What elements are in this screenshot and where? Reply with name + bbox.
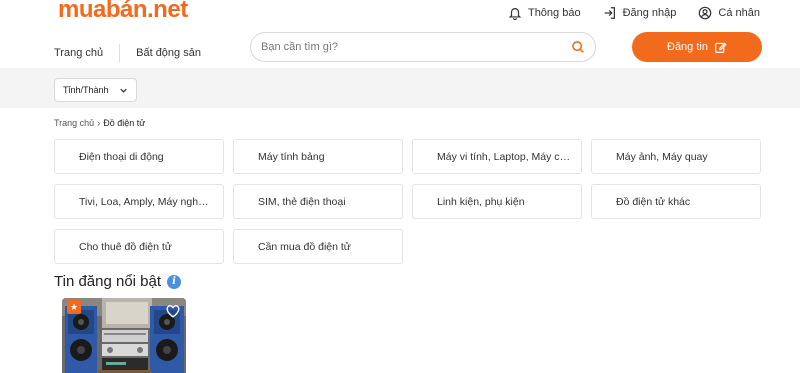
star-badge-icon: ★ (67, 300, 81, 314)
profile-label: Cá nhân (718, 7, 760, 19)
bell-icon (508, 8, 522, 20)
category-electronics-rental[interactable]: Cho thuê đồ điện tử (54, 229, 224, 264)
category-tv-audio[interactable]: Tivi, Loa, Amply, Máy nghe nhạc (54, 184, 224, 219)
site-logo[interactable]: muabán.net (58, 0, 188, 24)
user-icon (699, 6, 712, 20)
category-label: Máy ảnh, Máy quay (616, 150, 708, 163)
category-label: Cho thuê đồ điện tử (79, 240, 172, 253)
category-tablets[interactable]: Máy tính bảng (233, 139, 403, 174)
province-label: Tỉnh/Thành (63, 85, 109, 95)
profile-link[interactable]: Cá nhân (698, 6, 760, 20)
login-link[interactable]: Đăng nhập (603, 6, 677, 20)
breadcrumb-separator: › (97, 118, 101, 128)
logo-brand: muabán (58, 0, 148, 23)
search-input[interactable] (261, 41, 571, 53)
breadcrumb-home[interactable]: Trang chủ (54, 118, 94, 128)
heart-icon[interactable] (166, 305, 180, 318)
featured-section-title: Tin đăng nổi bật i (54, 273, 182, 290)
login-label: Đăng nhập (622, 7, 677, 19)
category-cameras[interactable]: Máy ảnh, Máy quay (591, 139, 761, 174)
category-label: Đồ điện tử khác (616, 195, 691, 208)
featured-title-text: Tin đăng nổi bật (54, 273, 162, 290)
breadcrumb-current: Đồ điện tử (103, 118, 146, 128)
info-icon[interactable]: i (167, 274, 182, 289)
post-ad-label: Đăng tin (667, 41, 708, 53)
category-mobile-phones[interactable]: Điện thoại di động (54, 139, 224, 174)
nav-real-estate[interactable]: Bất động sản (136, 47, 201, 59)
nav-home[interactable]: Trang chủ (54, 47, 103, 59)
notifications-link[interactable]: Thông báo (508, 6, 581, 20)
category-label: Tivi, Loa, Amply, Máy nghe nhạc (79, 195, 213, 208)
chevron-down-icon (119, 88, 127, 93)
category-label: Linh kiện, phụ kiện (437, 195, 525, 208)
category-components[interactable]: Linh kiện, phụ kiện (412, 184, 582, 219)
logo-tld: .net (147, 0, 188, 23)
main-nav: Trang chủ Bất động sản (54, 44, 201, 62)
search-bar (250, 32, 596, 62)
category-wanted-electronics[interactable]: Cần mua đồ điện tử (233, 229, 403, 264)
post-ad-button[interactable]: Đăng tin (632, 32, 762, 62)
breadcrumb: Trang chủ › Đồ điện tử (54, 118, 145, 128)
category-grid: Điện thoại di động Máy tính bảng Máy vi … (54, 139, 761, 264)
featured-listing-card[interactable]: ★ (62, 298, 186, 373)
category-label: Cần mua đồ điện tử (258, 240, 351, 253)
edit-icon (715, 42, 727, 53)
filter-bar: Tỉnh/Thành (0, 68, 800, 108)
category-sim-cards[interactable]: SIM, thẻ điện thoại (233, 184, 403, 219)
province-select[interactable]: Tỉnh/Thành (54, 78, 137, 102)
category-other-electronics[interactable]: Đồ điện tử khác (591, 184, 761, 219)
category-computers[interactable]: Máy vi tính, Laptop, Máy chủ (412, 139, 582, 174)
category-label: Điện thoại di động (79, 150, 164, 163)
top-links: Thông báo Đăng nhập Cá nhân (508, 6, 760, 20)
notifications-label: Thông báo (527, 7, 581, 19)
category-label: Máy tính bảng (258, 150, 325, 163)
category-label: Máy vi tính, Laptop, Máy chủ (437, 150, 571, 163)
login-icon (604, 7, 615, 19)
search-icon[interactable] (571, 40, 585, 54)
category-label: SIM, thẻ điện thoại (258, 195, 346, 208)
nav-divider (119, 44, 121, 62)
